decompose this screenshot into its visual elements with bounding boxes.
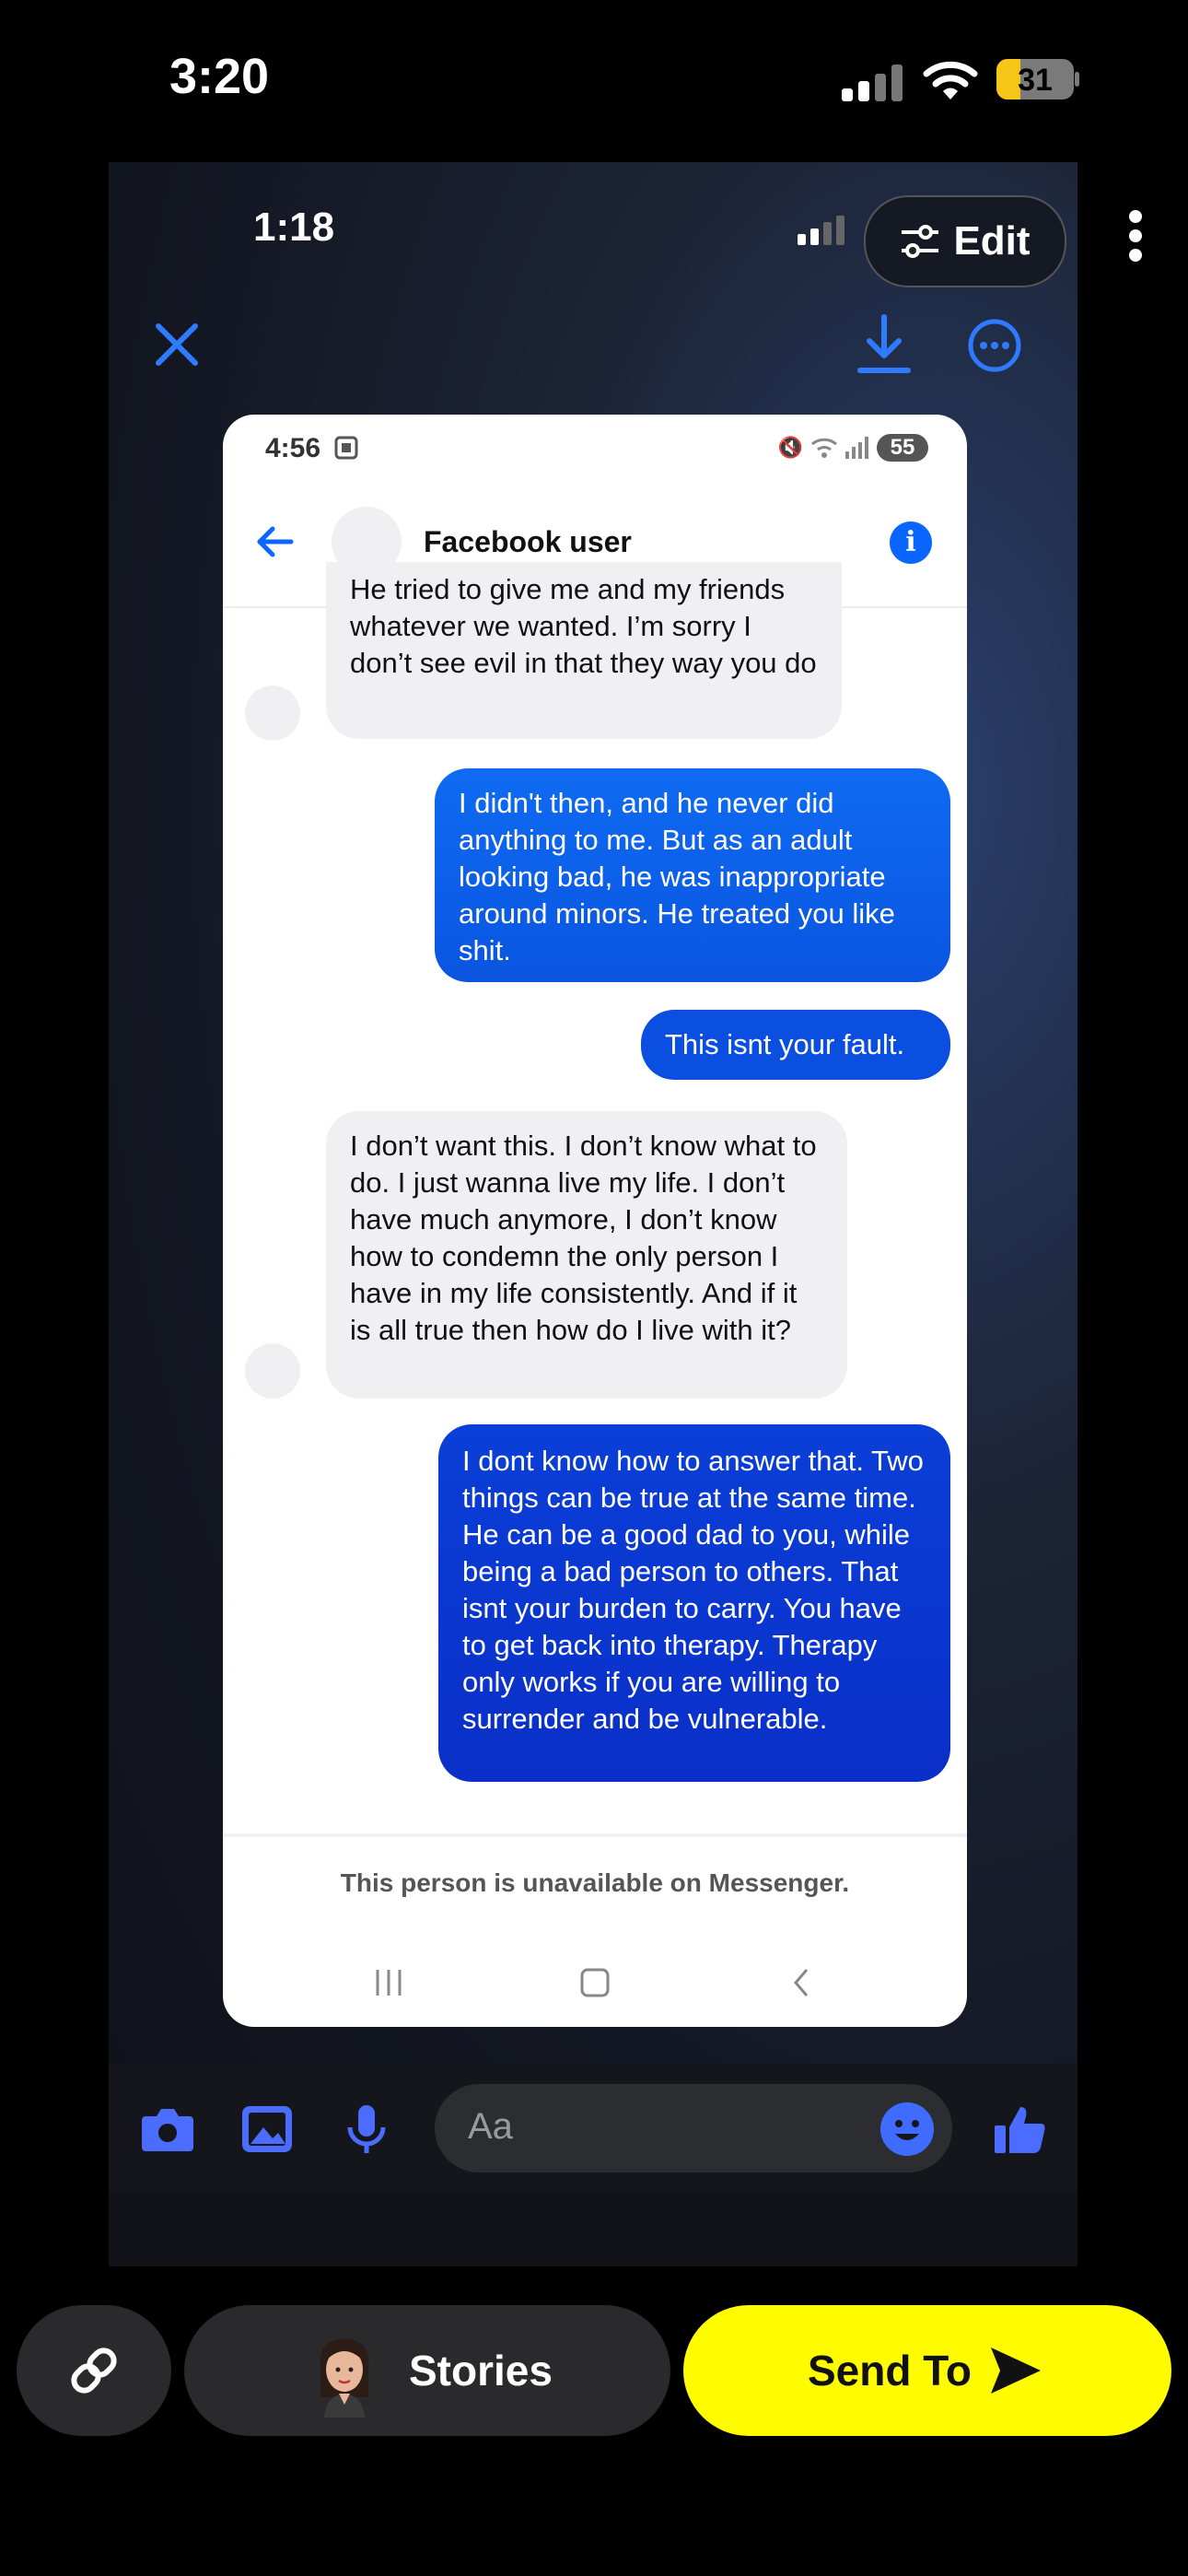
cellular-signal-icon	[842, 64, 906, 101]
message-received: I don’t want this. I don’t know what to …	[326, 1111, 847, 1399]
battery-icon: 31	[996, 59, 1079, 100]
link-icon	[71, 2348, 117, 2394]
close-icon[interactable]	[153, 321, 201, 369]
send-to-button[interactable]: Send To	[683, 2305, 1171, 2436]
camera-icon[interactable]	[140, 2103, 195, 2155]
download-icon[interactable]	[855, 313, 914, 378]
more-icon[interactable]	[967, 318, 1022, 373]
like-icon[interactable]	[993, 2103, 1048, 2155]
edit-label: Edit	[953, 218, 1031, 263]
send-to-label: Send To	[808, 2347, 973, 2395]
message-sent: I dont know how to answer that. Two thin…	[438, 1424, 950, 1782]
contact-name[interactable]: Facebook user	[424, 525, 632, 559]
wifi-icon	[811, 438, 837, 458]
screenshot-time: 4:56	[265, 433, 321, 463]
image-icon[interactable]	[239, 2103, 295, 2155]
battery-level: 31	[1018, 63, 1053, 98]
screenshot-icon	[334, 436, 358, 460]
screenshot-battery: 55	[877, 434, 928, 462]
mic-icon[interactable]	[339, 2103, 394, 2155]
mute-icon: 🔇	[777, 436, 803, 459]
message-sent: This isnt your fault.	[641, 1010, 950, 1080]
signal-icon	[845, 437, 868, 459]
back-arrow-icon[interactable]	[254, 521, 295, 562]
bitmoji-avatar	[320, 2338, 369, 2418]
messenger-screenshot: 4:56 🔇 55 Facebook user i He tried to gi…	[223, 415, 967, 2027]
edit-button[interactable]: Edit	[864, 195, 1066, 287]
sliders-icon	[902, 225, 939, 258]
stories-button[interactable]: Stories	[184, 2305, 670, 2436]
info-icon[interactable]: i	[890, 521, 932, 564]
wifi-icon	[923, 61, 978, 100]
more-vertical-icon[interactable]	[1124, 206, 1146, 265]
message-input-placeholder: Aa	[468, 2106, 513, 2147]
stories-label: Stories	[409, 2347, 553, 2395]
send-arrow-icon	[991, 2348, 1041, 2394]
emoji-icon[interactable]	[880, 2102, 934, 2156]
sender-avatar	[245, 1343, 300, 1399]
sender-avatar	[245, 685, 300, 741]
unavailable-notice: This person is unavailable on Messenger.	[340, 1868, 850, 1897]
home-icon	[580, 1968, 610, 1997]
status-time: 3:20	[169, 49, 270, 104]
message-input[interactable]: Aa	[435, 2084, 952, 2172]
message-sent: I didn't then, and he never did anything…	[435, 768, 950, 982]
back-icon	[794, 1969, 809, 1996]
android-nav-bar	[376, 1968, 809, 1997]
screenshot-status-icons: 🔇 55	[778, 433, 928, 463]
message-received: He tried to give me and my friends whate…	[326, 562, 842, 739]
inner-signal-icon	[798, 216, 847, 245]
recents-icon	[376, 1970, 402, 1996]
inner-status-time: 1:18	[253, 205, 335, 250]
link-button[interactable]	[17, 2305, 171, 2436]
